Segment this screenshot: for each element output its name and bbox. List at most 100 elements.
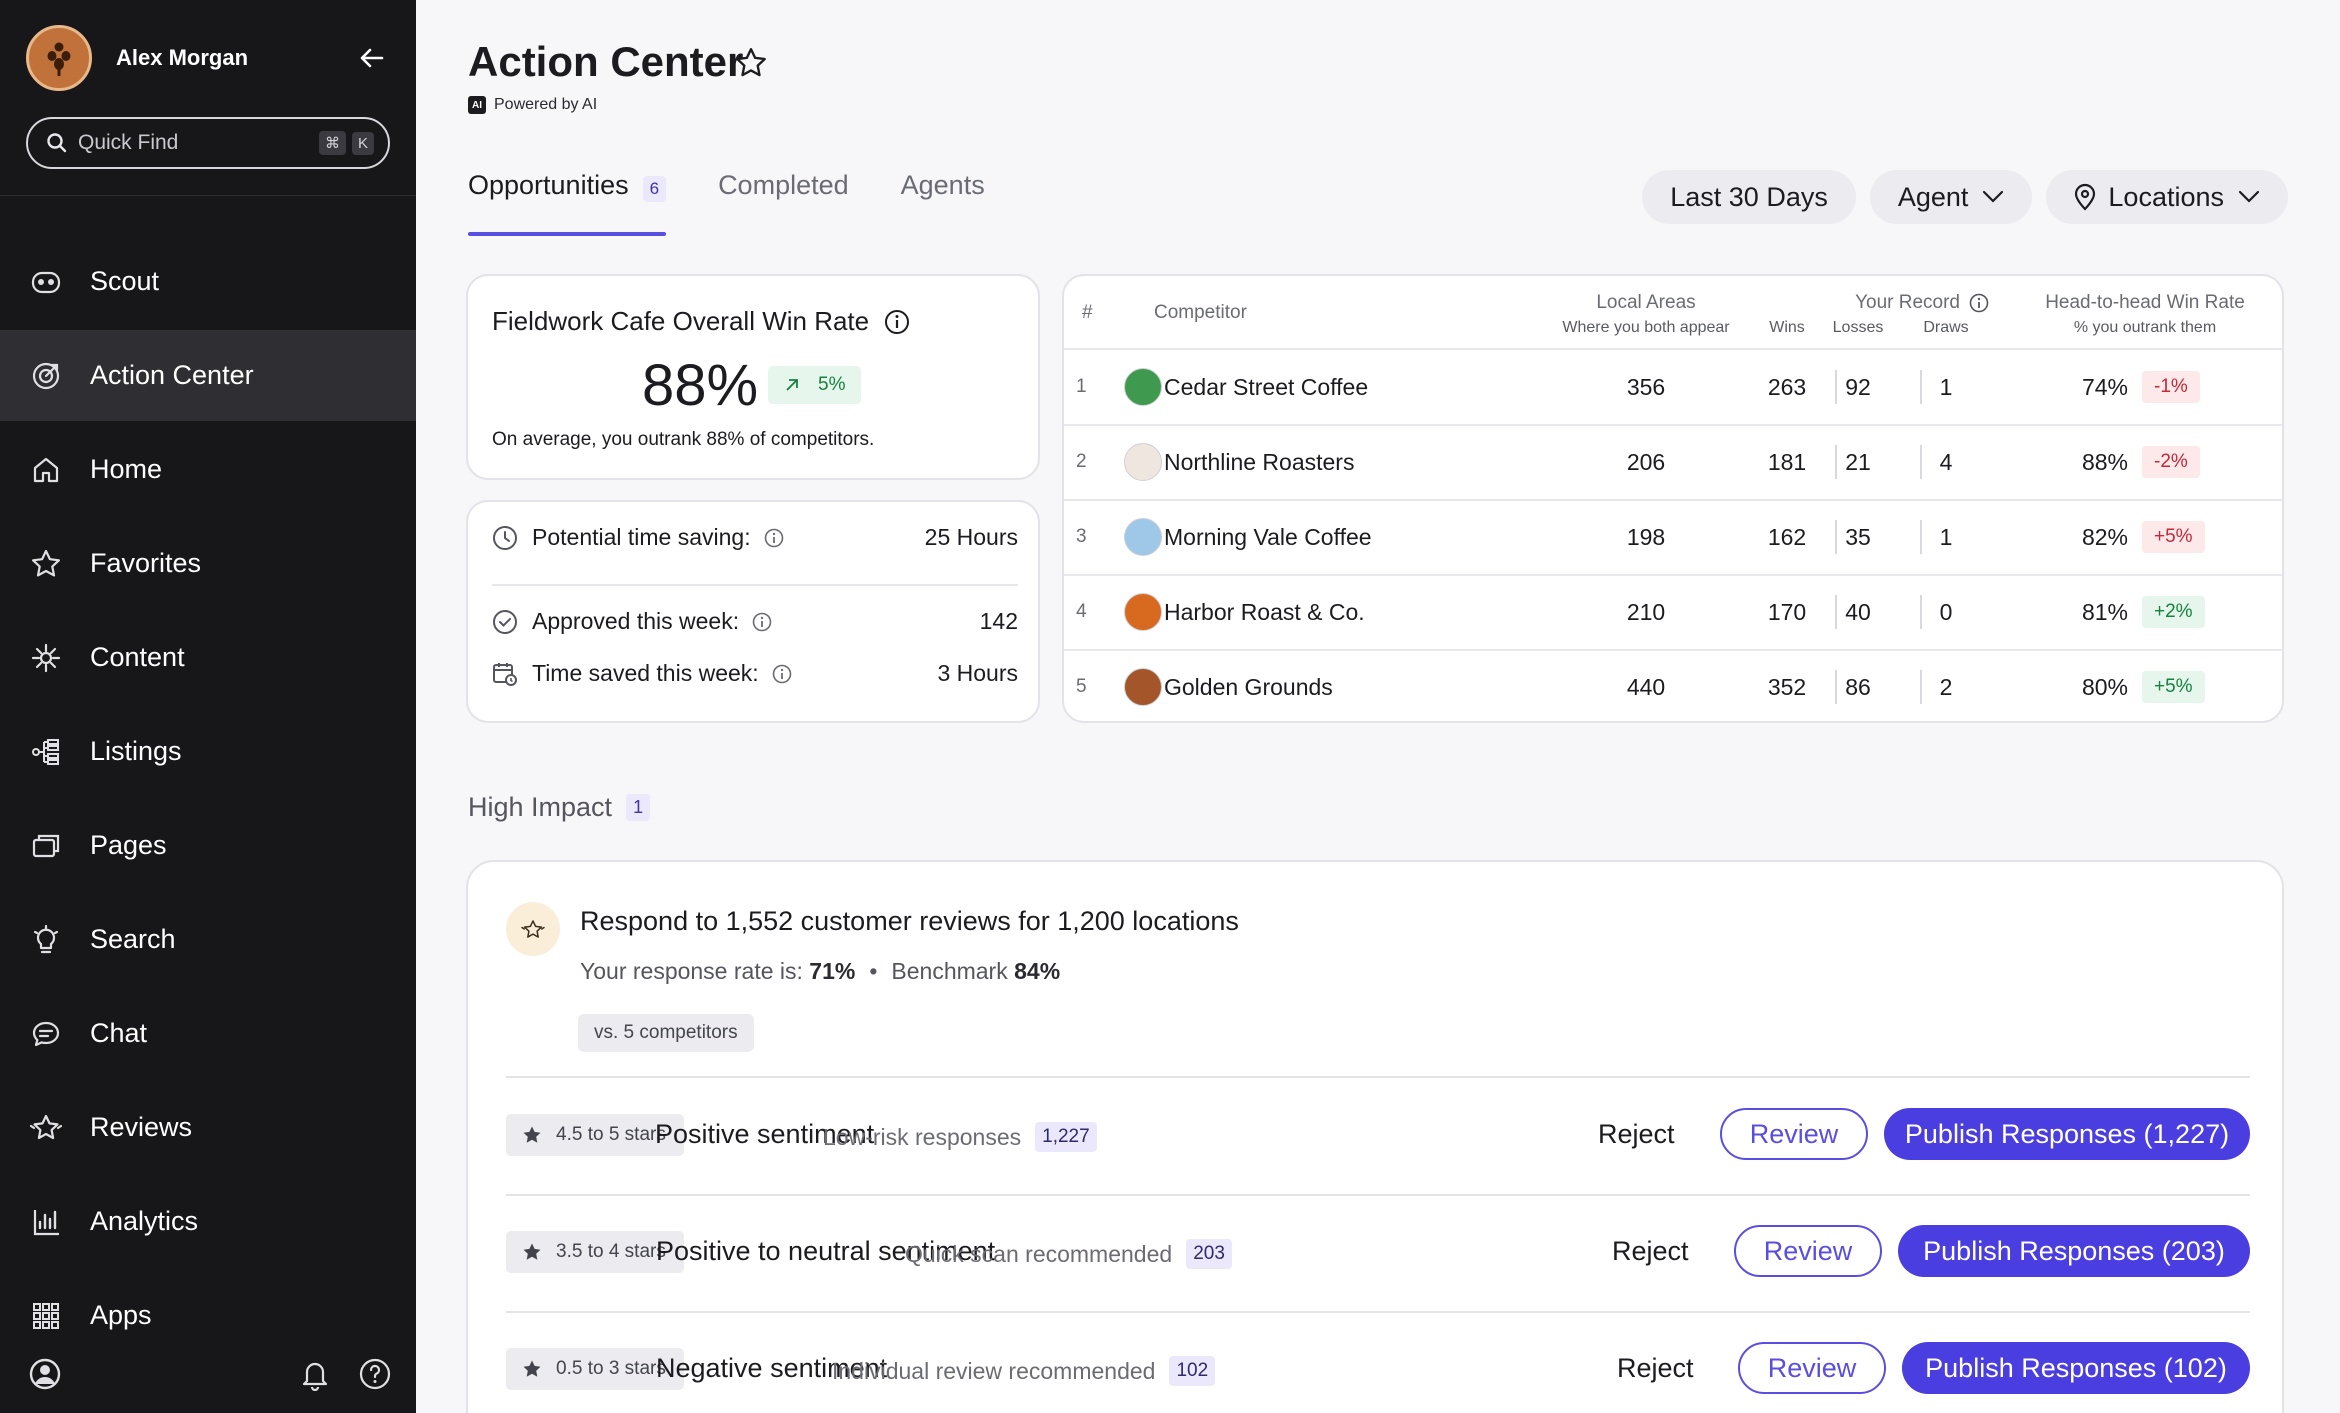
info-icon[interactable] bbox=[771, 663, 793, 685]
reject-button[interactable]: Reject bbox=[1612, 1236, 1689, 1267]
favorite-star-icon[interactable] bbox=[734, 46, 768, 85]
sidebar-divider bbox=[0, 195, 416, 196]
sidebar-item-reviews[interactable]: Reviews bbox=[0, 1082, 416, 1173]
h2h-rate-cell: 82% bbox=[2081, 523, 2128, 550]
search-icon bbox=[47, 133, 67, 153]
sidebar-item-listings[interactable]: Listings bbox=[0, 706, 416, 797]
sentiment-row: 0.5 to 3 stars Negative sentiment Individu… bbox=[506, 1342, 2250, 1398]
check-circle-icon bbox=[493, 609, 517, 634]
agent-filter[interactable]: Agent bbox=[1869, 170, 2033, 224]
competitor-name[interactable]: Morning Vale Coffee bbox=[1164, 500, 1372, 574]
chevron-down-icon bbox=[2238, 190, 2260, 203]
sidebar-item-favorites[interactable]: Favorites bbox=[0, 518, 416, 609]
date-range-filter[interactable]: Last 30 Days bbox=[1642, 170, 1856, 224]
competitor-logo-cell bbox=[1124, 650, 1162, 721]
avatar[interactable] bbox=[26, 25, 92, 91]
review-button[interactable]: Review bbox=[1720, 1108, 1868, 1160]
account-icon[interactable] bbox=[26, 1355, 64, 1393]
table-row[interactable]: 1 Cedar Street Coffee 356 263 92 1 74% -1% bbox=[1064, 350, 2282, 424]
table-row[interactable]: 5 Golden Grounds 440 352 86 2 80% +5% bbox=[1064, 650, 2282, 721]
info-icon[interactable] bbox=[883, 308, 911, 336]
table-row[interactable]: 3 Morning Vale Coffee 198 162 35 1 82% +5% bbox=[1064, 500, 2282, 574]
competitor-name[interactable]: Northline Roasters bbox=[1164, 425, 1354, 499]
competitor-name[interactable]: Harbor Roast & Co. bbox=[1164, 575, 1365, 649]
quick-find-input[interactable]: Quick Find ⌘ K bbox=[26, 117, 390, 169]
sidebar-item-search[interactable]: Search bbox=[0, 894, 416, 985]
publish-responses-button[interactable]: Publish Responses (102) bbox=[1902, 1342, 2250, 1394]
approved-this-week-row: Approved this week: 142 bbox=[492, 608, 1018, 635]
sidebar-item-label: Listings bbox=[90, 736, 182, 766]
high-impact-card: Respond to 1,552 customer reviews for 1,… bbox=[466, 860, 2284, 1413]
competitor-table: # Competitor Local Areas Where you both … bbox=[1062, 274, 2284, 723]
response-rate-value: 71% bbox=[809, 958, 856, 984]
sidebar-item-label: Action Center bbox=[90, 360, 254, 390]
win-rate-title-text: Fieldwork Cafe Overall Win Rate bbox=[492, 306, 870, 336]
info-icon[interactable] bbox=[751, 611, 773, 633]
publish-responses-button[interactable]: Publish Responses (203) bbox=[1898, 1225, 2250, 1277]
column-subheader-h2h: % you outrank them bbox=[2073, 319, 2217, 336]
sidebar: Alex Morgan Quick Find ⌘ K Scout Action … bbox=[0, 0, 416, 1413]
reviews-star-icon bbox=[506, 902, 560, 956]
locations-filter[interactable]: Locations bbox=[2046, 170, 2288, 224]
delta-cell: +2% bbox=[2142, 575, 2205, 649]
review-button[interactable]: Review bbox=[1734, 1225, 1882, 1277]
tab-agents[interactable]: Agents bbox=[901, 170, 985, 236]
time-saved-this-week-row: Time saved this week: 3 Hours bbox=[492, 660, 1018, 687]
review-button[interactable]: Review bbox=[1738, 1342, 1886, 1394]
star-range-label: 0.5 to 3 stars bbox=[556, 1358, 666, 1379]
info-icon[interactable] bbox=[1968, 292, 1990, 314]
reject-button[interactable]: Reject bbox=[1598, 1119, 1675, 1150]
rank-cell: 4 bbox=[1076, 601, 1087, 622]
local-areas-cell: 206 bbox=[1626, 448, 1666, 475]
h2h-rate-cell: 81% bbox=[2081, 598, 2128, 625]
sidebar-item-scout[interactable]: Scout bbox=[0, 236, 416, 327]
lightbulb-icon bbox=[28, 922, 64, 958]
info-icon[interactable] bbox=[763, 527, 785, 549]
tab-bar: Opportunities 6 Completed Agents bbox=[468, 170, 1037, 236]
table-row[interactable]: 2 Northline Roasters 206 181 21 4 88% -2% bbox=[1064, 425, 2282, 499]
bell-icon[interactable] bbox=[296, 1355, 334, 1393]
tab-opportunities[interactable]: Opportunities 6 bbox=[468, 170, 667, 236]
column-header-your-record[interactable]: Your Record bbox=[1780, 292, 1960, 314]
publish-responses-button[interactable]: Publish Responses (1,227) bbox=[1884, 1108, 2250, 1160]
rank-cell: 2 bbox=[1076, 451, 1087, 472]
chat-icon bbox=[28, 1016, 64, 1052]
rank-cell: 5 bbox=[1076, 676, 1087, 697]
wins-cell: 263 bbox=[1767, 373, 1807, 400]
h2h-rate-cell: 74% bbox=[2081, 373, 2128, 400]
sidebar-item-analytics[interactable]: Analytics bbox=[0, 1176, 416, 1267]
sidebar-item-action-center[interactable]: Action Center bbox=[0, 330, 416, 421]
sidebar-item-home[interactable]: Home bbox=[0, 424, 416, 515]
star-range-label: 4.5 to 5 stars bbox=[556, 1124, 666, 1145]
column-header-local-areas[interactable]: Local Areas bbox=[1516, 292, 1776, 314]
sentiment-row: 3.5 to 4 stars Positive to neutral sentim… bbox=[506, 1225, 2250, 1281]
help-icon[interactable] bbox=[356, 1355, 394, 1393]
column-header-rank: # bbox=[1082, 302, 1093, 323]
wins-cell: 181 bbox=[1767, 448, 1807, 475]
competitor-name[interactable]: Golden Grounds bbox=[1164, 650, 1333, 721]
home-icon bbox=[28, 452, 64, 488]
tab-completed[interactable]: Completed bbox=[718, 170, 849, 236]
column-header-competitor[interactable]: Competitor bbox=[1154, 302, 1247, 324]
sidebar-item-pages[interactable]: Pages bbox=[0, 800, 416, 891]
star-icon bbox=[28, 546, 64, 582]
column-header-h2h-win-rate[interactable]: Head-to-head Win Rate bbox=[2002, 292, 2282, 314]
delta-badge: -2% bbox=[2142, 446, 2200, 478]
reject-button[interactable]: Reject bbox=[1617, 1353, 1694, 1384]
trend-value: 5% bbox=[818, 374, 846, 395]
collapse-sidebar-button[interactable] bbox=[354, 40, 390, 76]
time-saved-this-week-value: 3 Hours bbox=[937, 660, 1018, 686]
competitor-name[interactable]: Cedar Street Coffee bbox=[1164, 350, 1368, 424]
rank-cell: 1 bbox=[1076, 376, 1087, 397]
sidebar-item-apps[interactable]: Apps bbox=[0, 1270, 416, 1361]
app-window: Alex Morgan Quick Find ⌘ K Scout Action … bbox=[0, 0, 2340, 1413]
table-row[interactable]: 4 Harbor Roast & Co. 210 170 40 0 81% +2% bbox=[1064, 575, 2282, 649]
draws-cell: 0 bbox=[1939, 598, 1953, 625]
bullet-separator: • bbox=[869, 958, 878, 984]
star-filled-icon bbox=[523, 1126, 541, 1143]
sidebar-item-chat[interactable]: Chat bbox=[0, 988, 416, 1079]
sidebar-item-content[interactable]: Content bbox=[0, 612, 416, 703]
win-rate-value: 88% bbox=[642, 353, 759, 418]
user-profile[interactable]: Alex Morgan bbox=[26, 24, 390, 92]
vs-competitors-chip[interactable]: vs. 5 competitors bbox=[578, 1014, 754, 1052]
